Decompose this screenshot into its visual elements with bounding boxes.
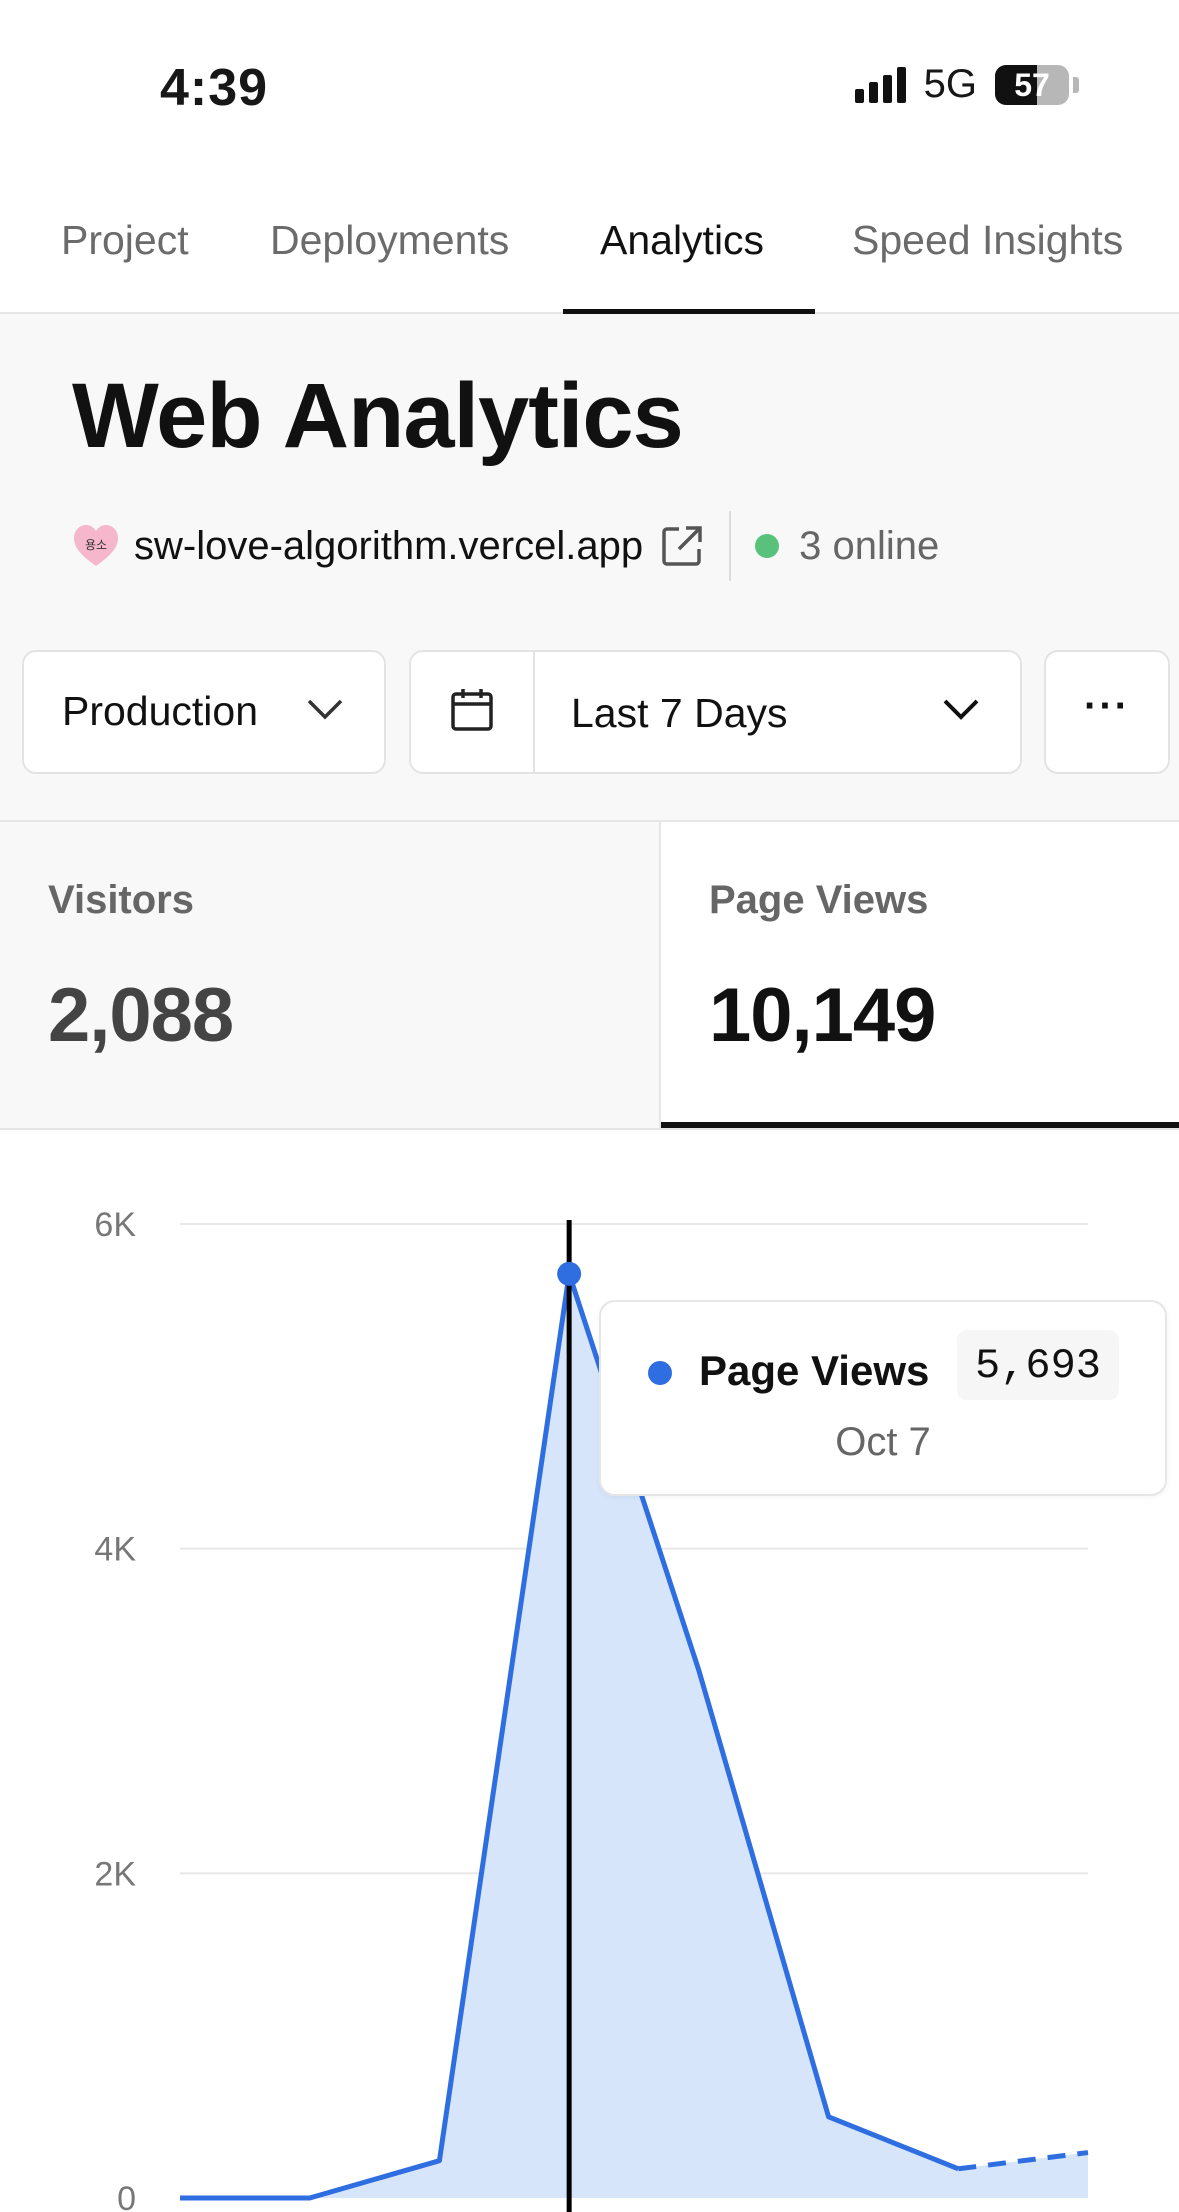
battery-level: 57: [1014, 66, 1050, 103]
project-domain[interactable]: sw-love-algorithm.vercel.app: [134, 524, 643, 569]
online-status-dot: [755, 534, 780, 558]
battery-icon: 57: [995, 64, 1069, 105]
page-title: Web Analytics: [72, 365, 684, 467]
chevron-down-icon: [942, 696, 980, 727]
status-indicators: 5G 57: [854, 62, 1079, 107]
metric-page-views-value: 10,149: [709, 973, 936, 1058]
tooltip-date: Oct 7: [835, 1420, 931, 1464]
project-tabs: Project Deployments Analytics Speed Insi…: [0, 175, 1179, 314]
divider: [729, 511, 732, 581]
y-tick-label: 0: [117, 2180, 136, 2212]
metric-visitors-label: Visitors: [48, 878, 194, 922]
project-row: 용소 sw-love-algorithm.vercel.app 3 online: [72, 511, 940, 581]
project-favicon-text: 용소: [85, 538, 107, 552]
tab-speed-insights[interactable]: Speed Insights: [852, 217, 1123, 264]
y-tick-label: 6K: [94, 1206, 136, 1244]
calendar-icon: [448, 686, 496, 739]
tab-deployments[interactable]: Deployments: [270, 217, 509, 264]
tab-analytics[interactable]: Analytics: [600, 217, 764, 264]
signal-icon: [854, 66, 906, 103]
page-views-chart[interactable]: 0 2K 4K 6K Page Views 5,693 Oct 7: [0, 1130, 1179, 2212]
external-link-icon[interactable]: [659, 523, 705, 569]
project-favicon: 용소: [72, 522, 120, 570]
metric-page-views-tab[interactable]: Page Views 10,149: [661, 822, 1179, 1128]
date-range-label: Last 7 Days: [571, 690, 788, 736]
battery-cap: [1073, 76, 1079, 93]
ellipsis-icon: ···: [1084, 684, 1130, 728]
network-type: 5G: [923, 62, 977, 106]
date-range-select[interactable]: Last 7 Days: [409, 650, 1022, 774]
chevron-down-icon: [306, 696, 344, 727]
status-bar: 4:39 5G 57: [0, 0, 1179, 175]
status-time: 4:39: [160, 59, 269, 117]
more-options-button[interactable]: ···: [1044, 650, 1170, 774]
tooltip-value: 5,693: [974, 1342, 1102, 1390]
metrics-row: Visitors 2,088 Page Views 10,149: [0, 820, 1179, 1130]
chart-canvas[interactable]: 0 2K 4K 6K: [0, 1130, 1179, 2212]
calendar-button[interactable]: [411, 652, 535, 772]
metric-visitors-value: 2,088: [48, 973, 234, 1058]
metric-visitors-tab[interactable]: Visitors 2,088: [0, 822, 661, 1128]
active-metric-indicator: [661, 1122, 1179, 1128]
analytics-header: Web Analytics 용소 sw-love-algorithm.verce…: [0, 314, 1179, 820]
y-tick-label: 4K: [94, 1531, 136, 1569]
environment-label: Production: [62, 688, 259, 734]
environment-select[interactable]: Production: [22, 650, 386, 774]
metric-page-views-label: Page Views: [709, 878, 929, 922]
tooltip-series-label: Page Views: [699, 1347, 930, 1394]
online-count: 3 online: [799, 523, 940, 568]
chart-tooltip: Page Views 5,693 Oct 7: [599, 1300, 1167, 1496]
tab-project[interactable]: Project: [61, 217, 189, 264]
series-color-dot: [648, 1361, 672, 1385]
tooltip-value-box: 5,693: [957, 1330, 1119, 1400]
y-tick-label: 2K: [94, 1855, 136, 1893]
data-point: [557, 1261, 582, 1286]
